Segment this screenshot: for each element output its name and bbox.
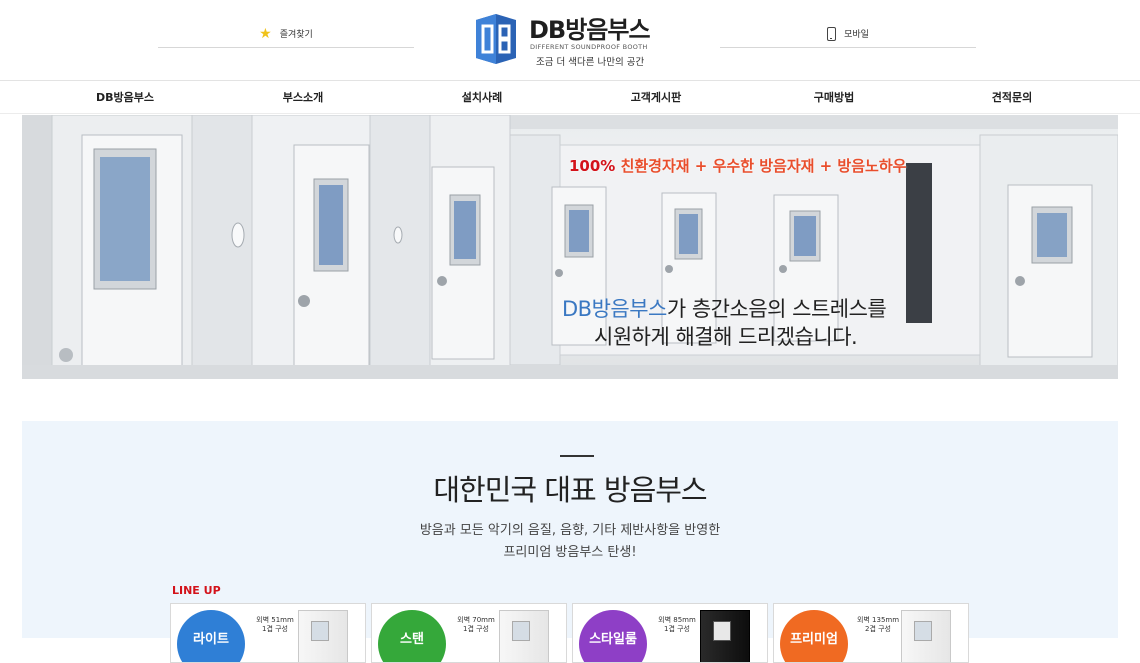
- nav-item-board[interactable]: 고객게시판: [608, 81, 704, 113]
- lineup-card-premium[interactable]: 프리미엄 외벽 135mm 2겹 구성: [773, 603, 969, 663]
- lineup-card-standard[interactable]: 스탠 외벽 70mm 1겹 구성: [371, 603, 567, 663]
- title-divider: [560, 455, 594, 457]
- booth-image: [700, 610, 750, 662]
- product-badge: 라이트: [177, 610, 245, 662]
- lineup-card-style[interactable]: 스타일룸 외벽 85mm 1겹 구성: [572, 603, 768, 663]
- logo-subtitle: DIFFERENT SOUNDPROOF BOOTH: [530, 43, 648, 51]
- star-icon: ★: [259, 25, 272, 42]
- hero-line1-rest: 가 층간소음의 스트레스를: [666, 297, 887, 321]
- product-badge: 스탠: [378, 610, 446, 662]
- nav-item-booth-intro[interactable]: 부스소개: [250, 81, 356, 113]
- spec-wall: 외벽 85mm: [658, 616, 696, 624]
- bookmark-label: 즐겨찾기: [279, 30, 313, 40]
- spec-layer: 2겹 구성: [865, 625, 891, 633]
- lineup-label: LINE UP: [172, 584, 221, 597]
- hero-headline-line1: DB방음부스가 층간소음의 스트레스를: [562, 293, 887, 323]
- spec-wall: 외벽 135mm: [856, 616, 900, 624]
- product-spec: 외벽 85mm 1겹 구성: [649, 616, 705, 634]
- intro-description-line1: 방음과 모든 악기의 음질, 음향, 기타 제반사항을 반영한: [419, 523, 721, 538]
- intro-title: 대한민국 대표 방음부스: [433, 473, 707, 507]
- nav-item-purchase[interactable]: 구매방법: [704, 81, 964, 113]
- lineup-cards: 라이트 외벽 51mm 1겹 구성 스탠 외벽 70mm 1겹 구성 스타일룸 …: [170, 603, 969, 663]
- product-spec: 외벽 135mm 2겹 구성: [850, 616, 906, 634]
- mobile-link[interactable]: 모바일: [720, 26, 976, 48]
- logo-tagline: 조금 더 색다른 나만의 공간: [536, 57, 645, 68]
- mobile-phone-icon: [827, 26, 837, 41]
- product-badge: 프리미엄: [780, 610, 848, 662]
- bookmark-link[interactable]: ★ 즐겨찾기: [158, 26, 414, 48]
- spec-layer: 1겹 구성: [262, 625, 288, 633]
- site-header: ★ 즐겨찾기 DB방음부스 DIFFERENT SOUNDPROOF BOOTH…: [0, 0, 1140, 81]
- hero-banner: 100% 친환경자재 + 우수한 방음자재 + 방음노하우 DB방음부스가 층간…: [22, 115, 1118, 379]
- spec-layer: 1겹 구성: [664, 625, 690, 633]
- product-spec: 외벽 70mm 1겹 구성: [448, 616, 504, 634]
- nav-item-db-booth[interactable]: DB방음부스: [0, 81, 250, 113]
- mobile-label: 모바일: [844, 30, 869, 40]
- product-spec: 외벽 51mm 1겹 구성: [247, 616, 303, 634]
- main-nav: DB방음부스 부스소개 설치사례 고객게시판 구매방법 견적문의: [0, 81, 1140, 114]
- db-logo-icon: [476, 14, 516, 64]
- logo-title: DB방음부스: [529, 16, 651, 44]
- booth-image: [298, 610, 348, 662]
- hero-headline-line2: 시원하게 해결해 드리겠습니다.: [594, 325, 858, 349]
- booth-image: [499, 610, 549, 662]
- spec-wall: 외벽 70mm: [457, 616, 495, 624]
- lineup-card-light[interactable]: 라이트 외벽 51mm 1겹 구성: [170, 603, 366, 663]
- nav-item-quote[interactable]: 견적문의: [964, 81, 1060, 113]
- hero-brand: DB방음부스: [562, 297, 667, 321]
- intro-section: 대한민국 대표 방음부스 방음과 모든 악기의 음질, 음향, 기타 제반사항을…: [22, 421, 1118, 663]
- nav-item-installations[interactable]: 설치사례: [356, 81, 608, 113]
- booth-image: [901, 610, 951, 662]
- intro-description-line2: 프리미엄 방음부스 탄생!: [503, 545, 637, 560]
- hero-tag-text: 친환경자재 + 우수한 방음자재 + 방음노하우: [620, 157, 907, 175]
- hero-tagline: 100% 친환경자재 + 우수한 방음자재 + 방음노하우: [569, 155, 906, 176]
- site-logo[interactable]: DB방음부스 DIFFERENT SOUNDPROOF BOOTH 조금 더 색…: [476, 10, 666, 72]
- spec-layer: 1겹 구성: [463, 625, 489, 633]
- product-badge: 스타일룸: [579, 610, 647, 662]
- spec-wall: 외벽 51mm: [256, 616, 294, 624]
- hero-tag-percent: 100%: [569, 157, 616, 175]
